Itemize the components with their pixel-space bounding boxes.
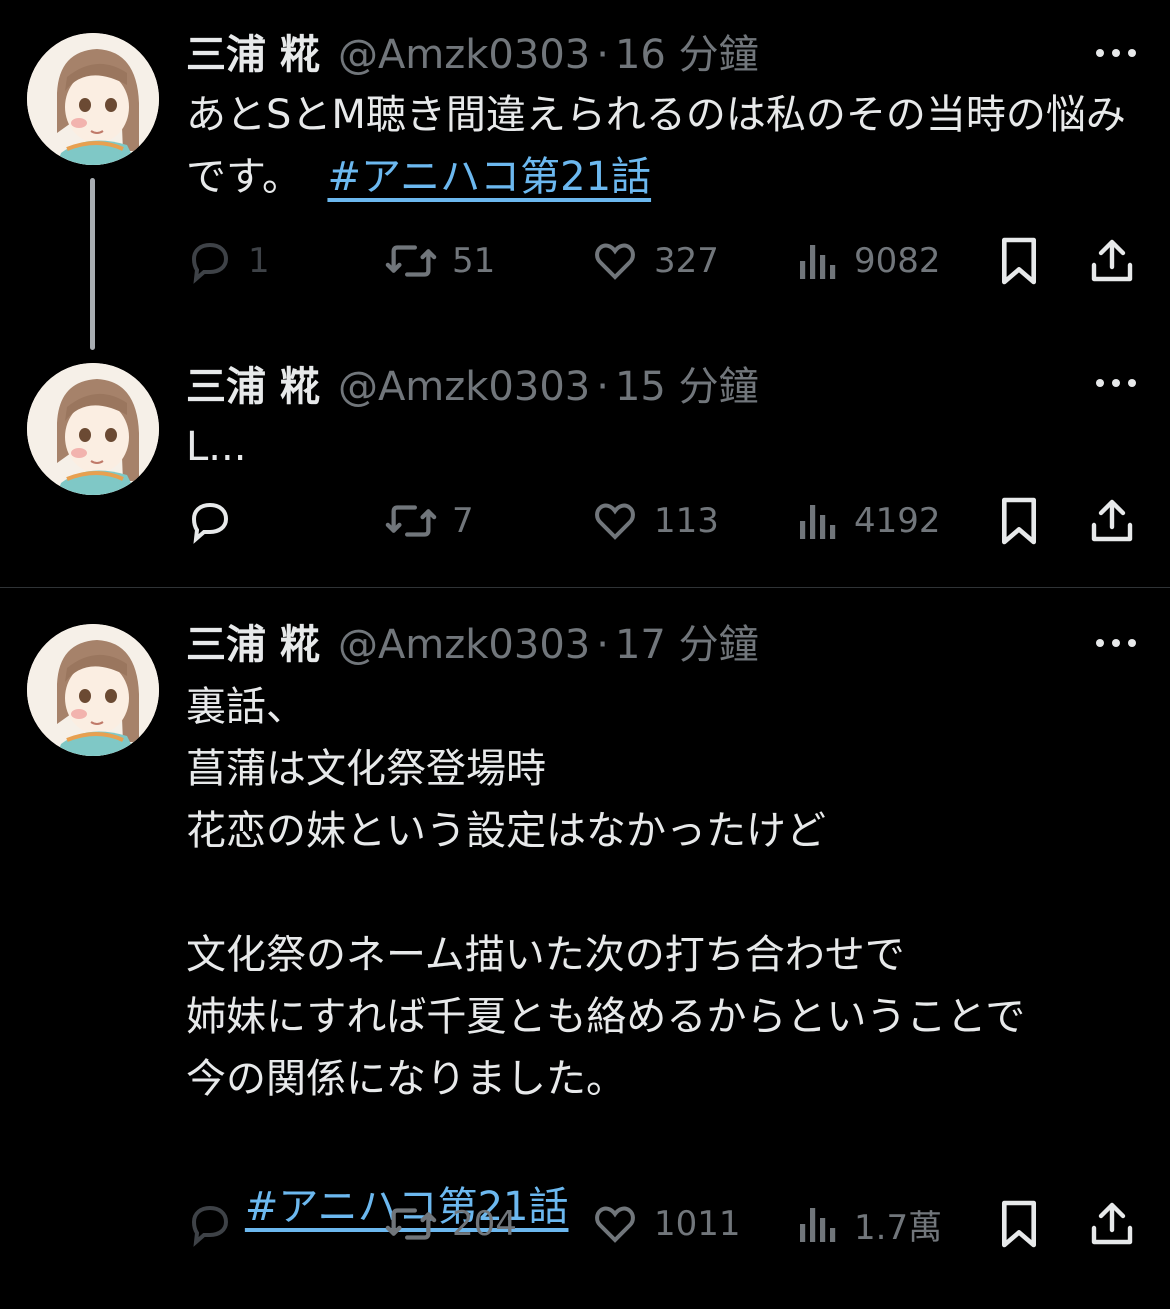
like-count: 327 xyxy=(654,241,719,281)
handle[interactable]: @Amzk0303 xyxy=(338,364,590,410)
retweet-count: 51 xyxy=(452,241,496,281)
heart-icon xyxy=(595,1206,635,1243)
bookmark-icon xyxy=(1001,1200,1037,1248)
tweet-2[interactable]: 三浦 糀 @Amzk0303 · 15 分鐘 L... 7 113 4192 xyxy=(0,340,1170,588)
avatar[interactable] xyxy=(27,33,159,165)
display-name[interactable]: 三浦 糀 xyxy=(186,612,320,670)
retweet-count: 204 xyxy=(452,1204,517,1244)
share-icon xyxy=(1091,1202,1133,1245)
reply-icon xyxy=(191,1205,229,1247)
tweet-body: L... xyxy=(186,424,247,470)
bookmark-icon xyxy=(1001,497,1037,545)
heart-icon xyxy=(595,503,635,540)
reply-count: 1 xyxy=(248,241,270,281)
separator: · xyxy=(596,32,609,78)
views-button[interactable]: 9082 xyxy=(796,231,941,291)
retweet-icon xyxy=(385,1208,437,1240)
tweet-body: 裏話、 菖蒲は文化祭登場時 花恋の妹という設定はなかったけど 文化祭のネーム描い… xyxy=(186,684,1026,1102)
heart-icon xyxy=(595,243,635,280)
like-button[interactable]: 113 xyxy=(590,491,719,551)
hashtag-link[interactable]: #アニハコ第21話 xyxy=(327,154,651,200)
action-bar: 1 51 327 9082 xyxy=(186,231,1146,291)
share-button[interactable] xyxy=(1088,1194,1136,1254)
views-icon xyxy=(800,505,836,539)
tweet-text: あとSとM聴き間違えられるのは私のその当時の悩みです。 #アニハコ第21話 xyxy=(186,84,1146,208)
more-icon[interactable] xyxy=(1096,628,1136,658)
tweet-text: 裏話、 菖蒲は文化祭登場時 花恋の妹という設定はなかったけど 文化祭のネーム描い… xyxy=(186,676,1146,1110)
avatar[interactable] xyxy=(27,363,159,495)
handle[interactable]: @Amzk0303 xyxy=(338,622,590,668)
tweet-3[interactable]: 三浦 糀 @Amzk0303 · 17 分鐘 裏話、 菖蒲は文化祭登場時 花恋の… xyxy=(0,588,1170,1309)
share-icon xyxy=(1091,499,1133,542)
share-icon xyxy=(1091,239,1133,282)
tweet-header: 三浦 糀 @Amzk0303 · 16 分鐘 xyxy=(186,22,759,82)
tweet-header: 三浦 糀 @Amzk0303 · 15 分鐘 xyxy=(186,354,759,414)
more-icon[interactable] xyxy=(1096,38,1136,68)
thread-line xyxy=(90,178,95,350)
views-count: 1.7萬 xyxy=(854,1207,943,1248)
like-count: 113 xyxy=(654,501,719,541)
tweet-text: L... xyxy=(186,416,1146,478)
like-count: 1011 xyxy=(654,1204,741,1244)
handle[interactable]: @Amzk0303 xyxy=(338,32,590,78)
share-button[interactable] xyxy=(1088,491,1136,551)
reply-button[interactable] xyxy=(186,491,248,551)
share-button[interactable] xyxy=(1088,231,1136,291)
views-count: 4192 xyxy=(854,501,941,541)
reply-icon xyxy=(191,502,229,544)
bookmark-button[interactable] xyxy=(998,491,1040,551)
bookmark-button[interactable] xyxy=(998,1194,1040,1254)
retweet-icon xyxy=(385,505,437,537)
views-count: 9082 xyxy=(854,241,941,281)
retweet-button[interactable]: 51 xyxy=(384,231,495,291)
action-bar: 204 1011 1.7萬 xyxy=(186,1194,1146,1254)
bookmark-button[interactable] xyxy=(998,231,1040,291)
like-button[interactable]: 327 xyxy=(590,231,719,291)
timestamp[interactable]: 17 分鐘 xyxy=(615,612,759,670)
tweet-1[interactable]: 三浦 糀 @Amzk0303 · 16 分鐘 あとSとM聴き間違えられるのは私の… xyxy=(0,0,1170,350)
reply-button[interactable] xyxy=(186,1194,248,1254)
bookmark-icon xyxy=(1001,237,1037,285)
separator: · xyxy=(596,622,609,668)
reply-icon xyxy=(191,242,229,284)
timestamp[interactable]: 15 分鐘 xyxy=(615,354,759,412)
views-icon xyxy=(800,1208,836,1242)
views-icon xyxy=(800,245,836,279)
retweet-icon xyxy=(385,245,437,277)
display-name[interactable]: 三浦 糀 xyxy=(186,354,320,412)
reply-button[interactable]: 1 xyxy=(186,231,270,291)
retweet-button[interactable]: 7 xyxy=(384,491,474,551)
action-bar: 7 113 4192 xyxy=(186,491,1146,551)
retweet-count: 7 xyxy=(452,501,474,541)
timestamp[interactable]: 16 分鐘 xyxy=(615,22,759,80)
views-button[interactable]: 4192 xyxy=(796,491,941,551)
more-icon[interactable] xyxy=(1096,368,1136,398)
display-name[interactable]: 三浦 糀 xyxy=(186,22,320,80)
tweet-header: 三浦 糀 @Amzk0303 · 17 分鐘 xyxy=(186,612,759,672)
separator: · xyxy=(596,364,609,410)
views-button[interactable]: 1.7萬 xyxy=(796,1194,942,1254)
retweet-button[interactable]: 204 xyxy=(384,1194,517,1254)
avatar[interactable] xyxy=(27,624,159,756)
like-button[interactable]: 1011 xyxy=(590,1194,741,1254)
